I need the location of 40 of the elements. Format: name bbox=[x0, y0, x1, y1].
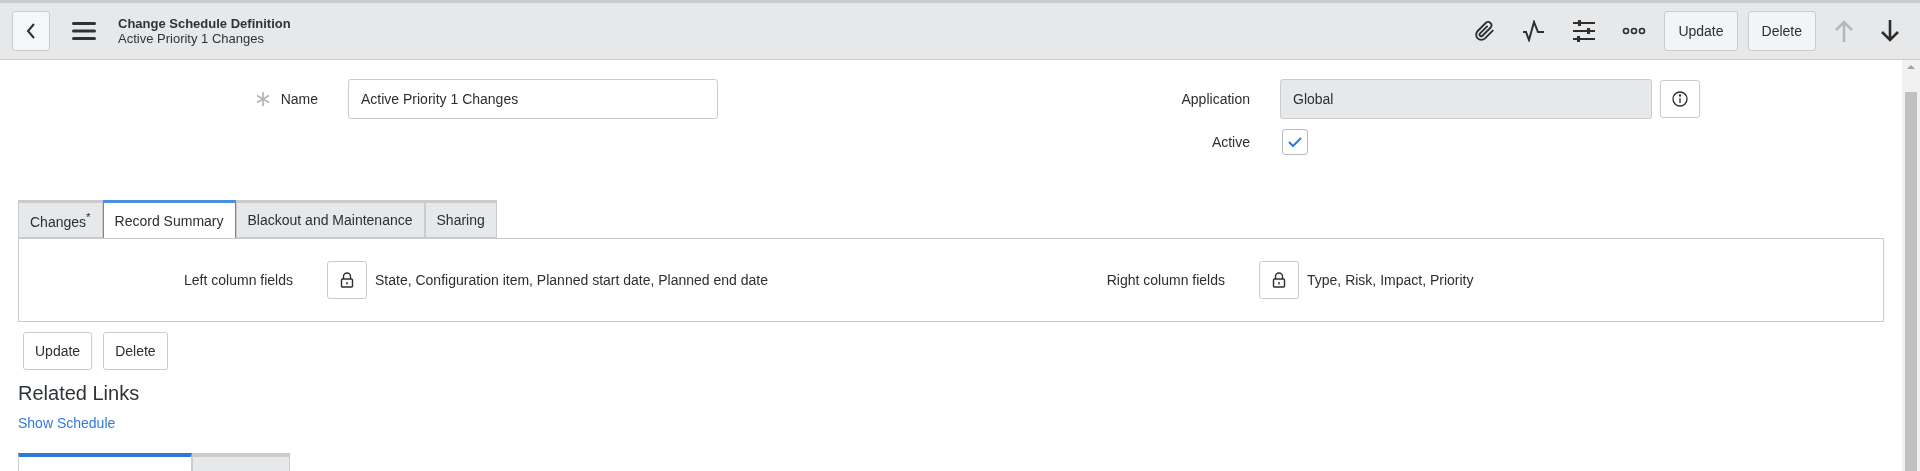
lock-icon bbox=[340, 272, 354, 288]
form-tab[interactable]: Changes$^{*}$ bbox=[18, 200, 103, 238]
header-button[interactable]: Delete bbox=[1747, 11, 1816, 51]
name-field[interactable]: Active Priority 1 Changes bbox=[348, 79, 718, 119]
form-tab[interactable]: Blackout and Maintenance bbox=[235, 200, 425, 238]
field-label: Name bbox=[280, 91, 318, 107]
field-value: State, Configuration item, Planned start date, Planned end date bbox=[375, 272, 770, 288]
application-field[interactable]: Global bbox=[1280, 79, 1652, 119]
info-icon bbox=[1672, 91, 1688, 107]
menu-icon bbox=[72, 22, 96, 40]
record-name: Active Priority 1 Changes bbox=[118, 31, 265, 46]
info-button[interactable] bbox=[1660, 80, 1700, 118]
arrow-down-icon bbox=[1880, 20, 1900, 42]
header-button[interactable]: Update bbox=[1664, 11, 1738, 51]
related-list-tab[interactable] bbox=[18, 453, 192, 471]
active-checkbox[interactable] bbox=[1282, 129, 1308, 155]
checkmark-icon bbox=[1288, 136, 1302, 148]
chevron-left-icon bbox=[26, 23, 36, 39]
unlock-button[interactable] bbox=[1259, 261, 1299, 299]
field-value: Type, Risk, Impact, Priority bbox=[1307, 272, 1475, 288]
back-button[interactable] bbox=[12, 11, 50, 51]
more-icon bbox=[1622, 27, 1647, 35]
form-button[interactable]: Update bbox=[23, 332, 93, 370]
unlock-button[interactable] bbox=[327, 261, 367, 299]
paperclip-icon bbox=[1474, 20, 1497, 42]
scrollbar[interactable] bbox=[1902, 60, 1920, 471]
form-button[interactable]: Delete bbox=[103, 332, 168, 370]
field-label: Left column fields bbox=[183, 272, 294, 288]
arrow-up-icon bbox=[1834, 20, 1854, 42]
pulse-icon bbox=[1522, 20, 1547, 42]
related-link[interactable]: Show Schedule bbox=[18, 415, 116, 431]
field-label: Right column fields bbox=[1105, 272, 1226, 288]
section-title: Related Links bbox=[18, 382, 141, 405]
field-label: Active bbox=[1211, 134, 1250, 150]
lock-icon bbox=[1272, 272, 1286, 288]
form-tab[interactable]: Record Summary bbox=[102, 200, 236, 238]
field-label: Application bbox=[1181, 91, 1250, 107]
form-title: Change Schedule Definition bbox=[118, 16, 291, 31]
form-tab[interactable]: Sharing bbox=[424, 200, 497, 238]
sliders-icon bbox=[1572, 20, 1597, 42]
